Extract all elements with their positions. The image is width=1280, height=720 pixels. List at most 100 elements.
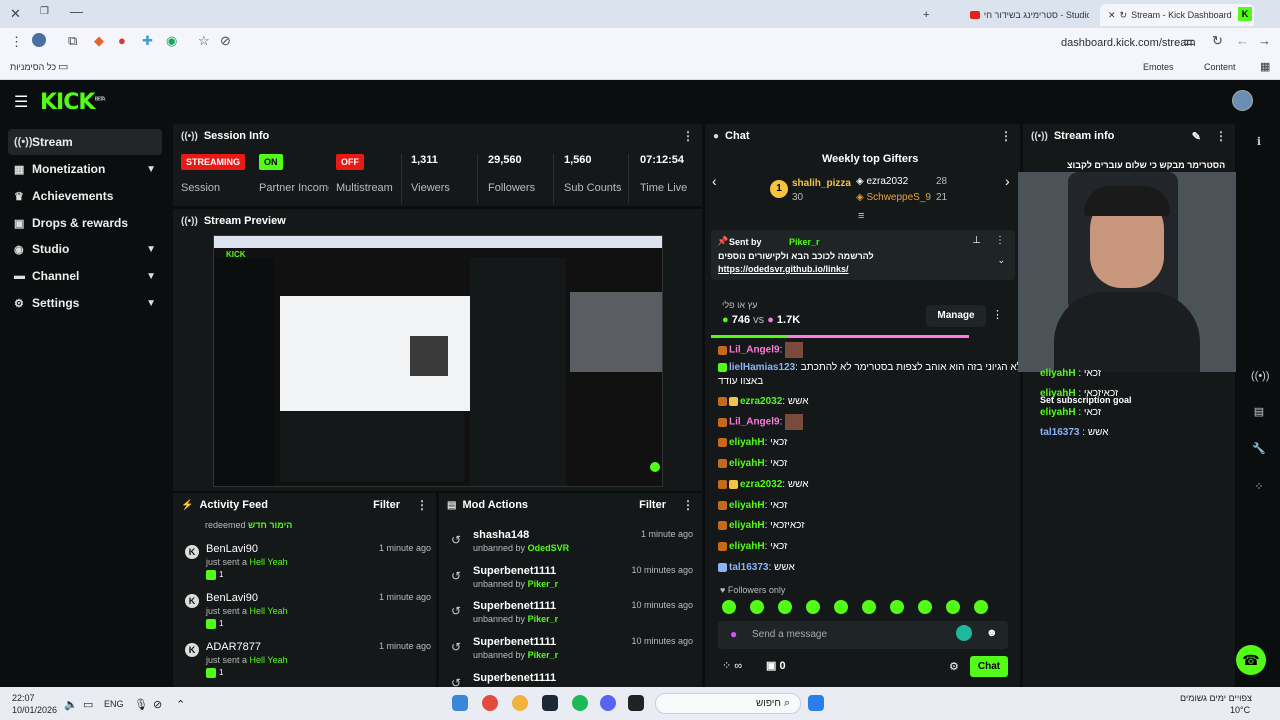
emote-icon[interactable] <box>946 600 960 614</box>
emote-icon[interactable] <box>778 600 792 614</box>
extension-icon[interactable]: ● <box>118 33 126 48</box>
chat-user[interactable]: ezra2032 <box>740 479 782 490</box>
chat-user[interactable]: lielHamias123 <box>729 362 795 373</box>
extension-icon[interactable]: ✚ <box>142 33 153 49</box>
taskbar-app-icon[interactable] <box>512 695 528 711</box>
hamburger-menu-icon[interactable]: ☰ <box>14 92 28 112</box>
emote-icon[interactable] <box>834 600 848 614</box>
mic-icon[interactable]: ● <box>730 627 737 641</box>
extension-icon[interactable]: ◉ <box>166 33 177 49</box>
mod-by[interactable]: OdedSVR <box>528 543 570 553</box>
points-counter[interactable]: ▣ 0 <box>766 659 786 672</box>
sidebar-item-studio[interactable]: ◉ Studio ▼ <box>8 236 162 262</box>
database-icon[interactable]: ▤ <box>1251 405 1267 421</box>
mic-icon[interactable]: 🎙 <box>134 698 148 711</box>
back-icon[interactable]: → <box>1258 33 1271 48</box>
bookmark-star-icon[interactable]: ☆ <box>198 33 210 49</box>
windows-start-icon[interactable] <box>808 695 824 711</box>
chevron-up-icon[interactable]: ⌃ <box>176 698 185 711</box>
apps-grid-icon[interactable]: ▦ <box>1260 60 1270 73</box>
emote-icon[interactable] <box>722 600 736 614</box>
profile-icon[interactable] <box>32 33 46 47</box>
emote-icon[interactable] <box>750 600 764 614</box>
kebab-menu-icon[interactable]: ⋮ <box>682 129 694 143</box>
pinned-link[interactable]: https://odedsvr.github.io/links/ <box>718 264 849 274</box>
chat-user[interactable]: eliyahH <box>729 520 765 531</box>
spotify-icon[interactable] <box>572 695 588 711</box>
mod-by[interactable]: Piker_r <box>528 614 559 624</box>
bookmark-emotes[interactable]: Emotes <box>1143 62 1174 72</box>
emote-icon[interactable] <box>890 600 904 614</box>
prev-arrow-icon[interactable]: ‹ <box>712 173 717 189</box>
feed-user[interactable]: ADAR7877 <box>206 641 261 653</box>
chat-user[interactable]: ezra2032 <box>740 396 782 407</box>
extension-icon[interactable]: ◆ <box>94 33 104 49</box>
top-gifter-name[interactable]: shalih_pizza <box>792 178 851 189</box>
address-bar[interactable]: dashboard.kick.com/stream <box>1061 37 1196 49</box>
eye-off-icon[interactable]: ⊘ <box>220 33 231 49</box>
language-indicator[interactable]: ENG <box>104 699 124 709</box>
wrench-icon[interactable]: 🔧 <box>1251 442 1267 458</box>
chat-settings-icon[interactable]: ⚙ <box>949 660 959 673</box>
chevron-down-icon[interactable]: ⌄ <box>997 255 1005 266</box>
kebab-menu-icon[interactable]: ⋮ <box>682 498 694 512</box>
feed-user[interactable]: BenLavi90 <box>206 543 258 555</box>
mod-filter-button[interactable]: Filter <box>639 499 666 511</box>
broadcast-icon[interactable]: ((•)) <box>1251 370 1270 386</box>
taskbar-search[interactable]: חיפוש ⌕ <box>655 693 801 714</box>
extensions-icon[interactable]: ⧉ <box>68 33 77 49</box>
kick-logo[interactable]: KICKBETA <box>40 90 106 115</box>
sidebar-item-channel[interactable]: ▬ Channel ▼ <box>8 263 162 289</box>
send-chat-button[interactable]: Chat <box>970 656 1008 677</box>
emoji-icon[interactable]: ☻ <box>986 627 998 639</box>
collapse-icon[interactable]: ≡ <box>858 210 864 222</box>
chat-user[interactable]: Lil_Angel9 <box>729 417 780 428</box>
mod-target[interactable]: Superbenet1111 <box>473 672 556 684</box>
mod-by[interactable]: Piker_r <box>528 650 559 660</box>
sidebar-item-drops[interactable]: ▣ Drops & rewards <box>8 210 162 236</box>
feed-user[interactable]: BenLavi90 <box>206 592 258 604</box>
close-window-icon[interactable]: ✕ <box>10 6 21 22</box>
kebab-menu-icon[interactable]: ⋮ <box>995 235 1005 246</box>
apps-icon[interactable]: ⁘ <box>1251 480 1267 496</box>
emote-icon[interactable] <box>806 600 820 614</box>
manage-prediction-button[interactable]: Manage <box>926 305 986 327</box>
mod-target[interactable]: Superbenet1111 <box>473 565 556 577</box>
mod-target[interactable]: Superbenet1111 <box>473 600 556 612</box>
stream-preview-video[interactable]: KICK <box>213 235 663 487</box>
chat-input-box[interactable]: ● Send a message ☻ <box>718 621 1008 649</box>
sidebar-item-monetization[interactable]: ▦ Monetization ▼ <box>8 156 162 182</box>
tab-kick-dashboard[interactable]: ✕ ↻ Stream - Kick Dashboard K <box>1100 4 1254 26</box>
pinned-author[interactable]: Piker_r <box>789 237 820 247</box>
chat-user[interactable]: eliyahH <box>729 500 765 511</box>
all-bookmarks-label[interactable]: כל הסימניות <box>10 62 56 72</box>
reload-icon[interactable]: ↻ <box>1212 33 1223 49</box>
edit-icon[interactable]: ✎ <box>1192 130 1201 143</box>
chat-user[interactable]: eliyahH <box>729 458 765 469</box>
info-icon[interactable]: ℹ <box>1251 135 1267 151</box>
activity-filter-button[interactable]: Filter <box>373 499 400 511</box>
gifter-name[interactable]: ezra2032 <box>866 176 908 187</box>
steam-icon[interactable] <box>542 695 558 711</box>
emote-icon[interactable] <box>918 600 932 614</box>
gifter-name[interactable]: SchweppeS_9 <box>866 192 931 203</box>
volume-icon[interactable]: 🔈 <box>64 698 78 711</box>
chat-user[interactable]: eliyahH <box>729 437 765 448</box>
extension-icon[interactable] <box>956 625 972 641</box>
support-chat-icon[interactable]: ☎ <box>1236 645 1266 675</box>
tune-icon[interactable]: ⚌ <box>1183 33 1195 49</box>
emote-icon[interactable] <box>974 600 988 614</box>
menu-dots-icon[interactable]: ⋮ <box>10 34 23 50</box>
next-arrow-icon[interactable]: › <box>1005 173 1010 189</box>
chat-user[interactable]: eliyahH <box>729 541 765 552</box>
taskbar-app-icon[interactable] <box>452 695 468 711</box>
kebab-menu-icon[interactable]: ⋮ <box>1215 129 1227 143</box>
restore-window-icon[interactable]: ❐ <box>40 6 49 17</box>
minimize-window-icon[interactable]: — <box>70 4 83 19</box>
sidebar-item-achievements[interactable]: ♛ Achievements <box>8 183 162 209</box>
mod-target[interactable]: shasha148 <box>473 529 529 541</box>
forward-icon[interactable]: ← <box>1236 33 1249 48</box>
close-tab-icon[interactable]: ✕ <box>1108 10 1116 21</box>
terminal-icon[interactable] <box>628 695 644 711</box>
subscription-goal-label[interactable]: Set subscription goal <box>1040 395 1132 405</box>
